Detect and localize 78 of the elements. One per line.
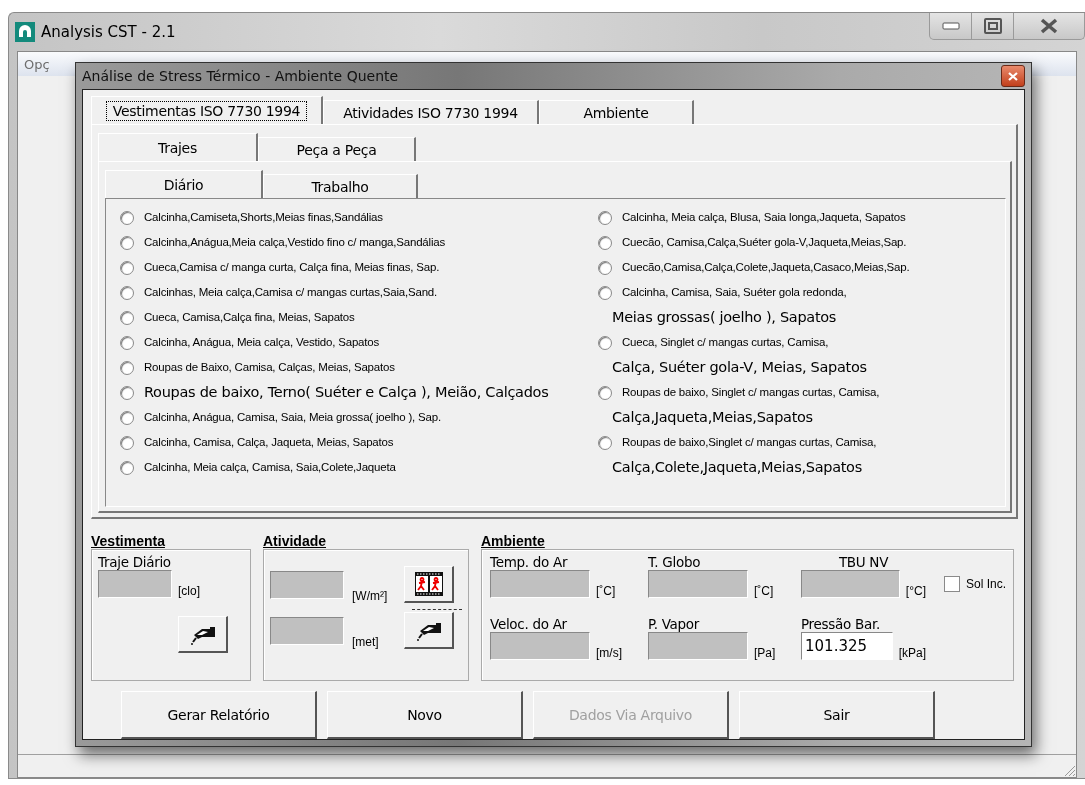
option-label: Cuecão,Camisa,Calça,Colete,Jaqueta,Casaco,Meias,Sap. [621, 260, 910, 275]
group-title: Atividade [263, 533, 326, 549]
radio-button[interactable] [120, 386, 134, 400]
close-icon[interactable] [1001, 65, 1025, 87]
radio-button[interactable] [598, 261, 612, 275]
radio-button[interactable] [120, 361, 134, 375]
input-field[interactable]: 101.325 [801, 632, 893, 660]
option-label: Roupas de Baixo, Camisa, Calças, Meias, Sapatos [143, 360, 395, 375]
field-label: T. Globo [648, 554, 702, 570]
option-label: Roupas de baixo,Singlet c/ mangas curtas, Camisa, Calça,Colete,Jaqueta,Meias,Sapatos [612, 435, 877, 477]
dialog-title: Análise de Stress Térmico - Ambiente Quente [82, 68, 399, 84]
running-figures-icon [414, 572, 443, 596]
push-button[interactable]: Novo [327, 691, 523, 739]
tab[interactable]: Trabalho [263, 174, 418, 198]
radio-button[interactable] [598, 286, 612, 300]
menu-item[interactable]: Opç [24, 56, 50, 72]
option-label: Roupas de baixo, Terno( Suéter e Calça ), Meião, Calçados [143, 383, 549, 402]
radio-button[interactable] [120, 236, 134, 250]
tab[interactable]: Diário [105, 170, 263, 198]
radio-button[interactable] [120, 336, 134, 350]
option-label: Cueca,Camisa c/ manga curta, Calça fina, Meias finas, Sap. [143, 260, 440, 275]
option-label: Calcinha, Camisa, Saia, Suéter gola redonda, Meias grossas( joelho ), Sapatos [612, 285, 847, 327]
checkbox-label: Sol Inc. [966, 577, 1007, 591]
option-label: Cueca, Camisa,Calça fina, Meias, Sapatos [143, 310, 355, 325]
unit-label: [kPa] [898, 646, 926, 660]
radio-button[interactable] [120, 461, 134, 475]
unit-label: [˚C] [596, 584, 616, 598]
radio-button[interactable] [598, 211, 612, 225]
radio-button[interactable] [598, 436, 612, 450]
hand-pen-button[interactable] [178, 616, 228, 653]
unit-label: [°C] [905, 584, 926, 598]
option-label: Calcinha, Anágua, Camisa, Saia, Meia grossa( joelho ), Sap. [143, 410, 441, 425]
unit-label: [˚C] [754, 584, 774, 598]
radio-button[interactable] [120, 436, 134, 450]
radio-button[interactable] [120, 411, 134, 425]
field-label: Traje Diário [98, 554, 172, 570]
field-label: P. Vapor [648, 616, 701, 632]
hand-pen-button[interactable] [404, 612, 454, 649]
option-label: Calcinha, Anágua, Meia calça, Vestido, Sapatos [143, 335, 379, 350]
option-label: Calcinha,Camiseta,Shorts,Meias finas,Sandálias [143, 210, 383, 225]
radio-button[interactable] [598, 236, 612, 250]
push-button[interactable]: Gerar Relatório [121, 691, 317, 739]
app-icon [15, 22, 35, 42]
field-label: Veloc. do Ar [490, 616, 568, 632]
unit-label: [W/m²] [352, 589, 389, 603]
group-title: Ambiente [481, 533, 545, 549]
tab[interactable]: Ambiente [539, 100, 694, 124]
radio-button[interactable] [120, 261, 134, 275]
group-title: Vestimenta [91, 533, 165, 549]
option-label: Calcinha, Meia calça, Camisa, Saia,Colete,Jaqueta [143, 460, 396, 475]
tab[interactable]: Peça a Peça [258, 137, 416, 161]
option-label: Calcinha,Anágua,Meia calça,Vestido fino c/ manga,Sandálias [143, 235, 445, 250]
radio-button[interactable] [120, 311, 134, 325]
field-label: TBU NV [838, 554, 889, 570]
tab[interactable]: Atividades ISO 7730 1994 [323, 100, 539, 124]
tab[interactable]: Trajes [98, 133, 258, 161]
option-label: Calcinhas, Meia calça,Camisa c/ mangas curtas,Saia,Sand. [143, 285, 438, 300]
unit-label: [m/s] [596, 646, 622, 660]
radio-button[interactable] [120, 211, 134, 225]
unit-label: [clo] [178, 584, 200, 598]
option-label: Calcinha, Camisa, Calça, Jaqueta, Meias, Sapatos [143, 435, 394, 450]
option-label: Calcinha, Meia calça, Blusa, Saia longa,Jaqueta, Sapatos [621, 210, 906, 225]
option-label: Cueca, Singlet c/ mangas curtas, Camisa, Calça, Suéter gola-V, Meias, Sapatos [612, 335, 867, 377]
unit-label: [met] [352, 635, 380, 649]
option-label: Cuecão, Camisa,Calça,Suéter gola-V,Jaqueta,Meias,Sap. [621, 235, 907, 250]
field-label: Temp. do Ar [490, 554, 569, 570]
running-figures-button[interactable] [404, 566, 454, 603]
tab[interactable]: Vestimentas ISO 7730 1994 [91, 96, 323, 124]
unit-label: [Pa] [754, 646, 776, 660]
checkbox[interactable] [944, 576, 960, 592]
resize-grip-icon[interactable] [1062, 763, 1076, 777]
radio-button[interactable] [598, 386, 612, 400]
field-label: Pressão Bar. [801, 616, 881, 632]
window-title: Analysis CST - 2.1 [41, 23, 176, 41]
radio-button[interactable] [598, 336, 612, 350]
option-label: Roupas de baixo, Singlet c/ mangas curtas, Camisa, Calça,Jaqueta,Meias,Sapatos [612, 385, 880, 427]
push-button[interactable]: Sair [739, 691, 935, 739]
radio-button[interactable] [120, 286, 134, 300]
